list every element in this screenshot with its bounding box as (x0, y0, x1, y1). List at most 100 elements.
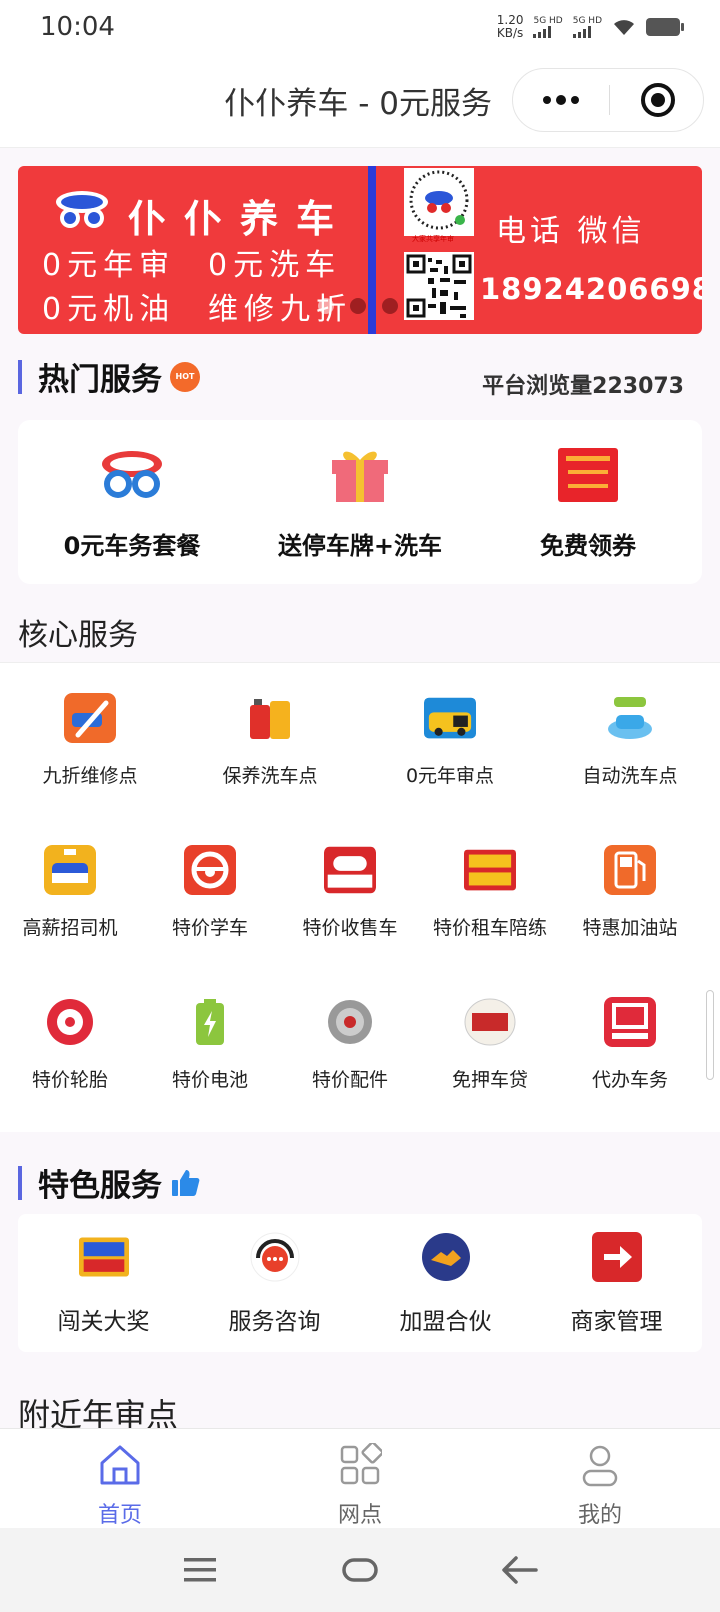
car-loan-icon (464, 998, 516, 1046)
banner-offer: 0元年审 (42, 248, 176, 283)
core-services-title: 核心服务 (18, 618, 138, 653)
battery-icon (646, 18, 684, 36)
feat-item-label: 商家管理 (570, 1309, 663, 1335)
qr-caption: 大家共享年审 (412, 235, 454, 243)
tab-label: 我的 (577, 1503, 622, 1528)
more-menu-button[interactable] (513, 69, 609, 131)
steering-wheel-icon (184, 845, 236, 895)
core-item-car-service[interactable]: 代办车务 (560, 997, 700, 1092)
headset-icon (250, 1232, 299, 1282)
core-item-maintenance[interactable]: 保养洗车点 (180, 693, 360, 788)
core-item-inspection[interactable]: 0元年审点 (360, 693, 540, 788)
arrow-right-icon (591, 1232, 642, 1282)
feat-item-prize[interactable]: 闯关大奖 (18, 1232, 189, 1336)
gift-icon (332, 451, 388, 502)
core-item-battery[interactable]: 特价电池 (140, 997, 280, 1092)
hot-badge-icon: HOT (170, 361, 200, 392)
section-accent-bar (18, 359, 22, 394)
mini-program-code-icon (404, 168, 474, 236)
core-item-parts[interactable]: 特价配件 (280, 997, 420, 1092)
promo-banner[interactable]: 仆仆养车 0元年审 0元洗车 0元机油 维修九折 大家共享年审 电话 微信 18… (18, 166, 702, 334)
core-item-label: 自动洗车点 (582, 765, 678, 787)
core-item-label: 九折维修点 (42, 765, 138, 787)
menu-icon[interactable] (180, 1552, 220, 1588)
home-button-icon[interactable] (340, 1552, 380, 1588)
feat-item-franchise[interactable]: 加盟合伙 (360, 1232, 531, 1336)
core-item-repair[interactable]: 九折维修点 (0, 693, 180, 788)
used-car-icon (324, 846, 376, 894)
tab-profile[interactable]: 我的 (480, 1443, 720, 1529)
page-title: 仆仆养车 - 0元服务 (224, 86, 492, 122)
more-dot-icon (556, 95, 566, 105)
core-item-label: 特价租车陪练 (432, 917, 547, 939)
brand-logo-icon (56, 191, 108, 228)
core-item-auto-wash[interactable]: 自动洗车点 (540, 693, 720, 788)
bottom-tab-bar: 首页 网点 我的 (0, 1428, 720, 1528)
core-item-rental[interactable]: 特价租车陪练 (420, 845, 560, 940)
core-item-car-loan[interactable]: 免押车贷 (420, 997, 560, 1092)
scrollbar-thumb[interactable] (706, 990, 714, 1080)
coupon-icon (558, 448, 618, 502)
featured-services-card: 闯关大奖 服务咨询 加盟合伙 商家管理 (18, 1214, 702, 1352)
banner-contact: 电话 微信 (496, 214, 646, 249)
core-item-tires[interactable]: 特价轮胎 (0, 997, 140, 1092)
carousel-dot[interactable] (382, 298, 398, 314)
tab-outlets[interactable]: 网点 (240, 1441, 480, 1529)
hot-item-gift[interactable]: 送停车牌+洗车 (246, 444, 474, 561)
oil-can-icon (250, 699, 290, 739)
core-item-driving-school[interactable]: 特价学车 (140, 845, 280, 940)
tire-icon (47, 999, 93, 1045)
core-item-used-car[interactable]: 特价收售车 (280, 845, 420, 940)
back-icon[interactable] (500, 1552, 540, 1588)
core-item-label: 0元年审点 (405, 765, 495, 787)
hot-services-card: 0元车务套餐 送停车牌+洗车 免费领券 (18, 420, 702, 584)
hot-item-coupon[interactable]: 免费领券 (474, 444, 702, 561)
bubble-logo-icon (102, 451, 162, 498)
close-target-icon[interactable] (641, 83, 675, 117)
core-item-label: 特价学车 (171, 917, 248, 939)
core-item-driver-jobs[interactable]: 高薪招司机 (0, 845, 140, 940)
core-item-label: 特价电池 (171, 1069, 248, 1091)
feat-item-label: 闯关大奖 (57, 1309, 150, 1335)
core-item-label: 特价配件 (311, 1069, 388, 1091)
rental-car-icon (464, 849, 516, 891)
core-item-fuel[interactable]: 特惠加油站 (560, 845, 700, 940)
more-dot-icon (543, 96, 551, 104)
wifi-icon (614, 20, 634, 35)
user-icon (582, 1445, 618, 1487)
network-speed: 1.20 KB/s (496, 13, 524, 40)
feat-item-consult[interactable]: 服务咨询 (189, 1232, 360, 1336)
hot-services-header: 热门服务 HOT (18, 354, 200, 399)
fuel-pump-icon (604, 845, 656, 895)
home-icon (100, 1445, 140, 1485)
feat-item-merchant[interactable]: 商家管理 (531, 1232, 702, 1336)
banner-phone[interactable]: 18924206698 (480, 272, 702, 306)
parts-icon (328, 1000, 372, 1044)
capsule-divider (609, 85, 610, 115)
core-item-label: 特惠加油站 (582, 917, 678, 939)
core-item-label: 特价轮胎 (31, 1069, 108, 1091)
inspection-car-icon (424, 697, 476, 739)
hot-item-label: 免费领券 (540, 532, 636, 560)
banner-offer: 0元洗车 (208, 248, 342, 283)
platform-views: 平台浏览量223073 (482, 374, 684, 399)
core-item-label: 代办车务 (591, 1069, 668, 1091)
carousel-dot[interactable] (350, 298, 366, 314)
thumbs-up-icon (172, 1169, 200, 1196)
tab-home[interactable]: 首页 (0, 1443, 240, 1529)
wechat-qr-code-icon (404, 252, 474, 320)
title-bar: 仆仆养车 - 0元服务 (0, 56, 720, 148)
feat-item-label: 服务咨询 (228, 1309, 321, 1335)
section-title: 热门服务 (38, 362, 162, 398)
grid-icon (340, 1441, 384, 1485)
battery-icon (196, 999, 224, 1045)
carousel-dot[interactable] (318, 298, 334, 314)
banner-brand: 仆仆养车 (128, 197, 353, 241)
carousel-indicator (318, 298, 398, 314)
core-item-label: 高薪招司机 (22, 917, 118, 939)
banner-offer: 0元机油 (42, 292, 176, 327)
status-time: 10:04 (40, 12, 115, 42)
feat-item-label: 加盟合伙 (399, 1309, 492, 1335)
status-icons: 1.20 KB/s 5G HD 5G HD (496, 13, 684, 40)
hot-item-package[interactable]: 0元车务套餐 (18, 444, 246, 561)
